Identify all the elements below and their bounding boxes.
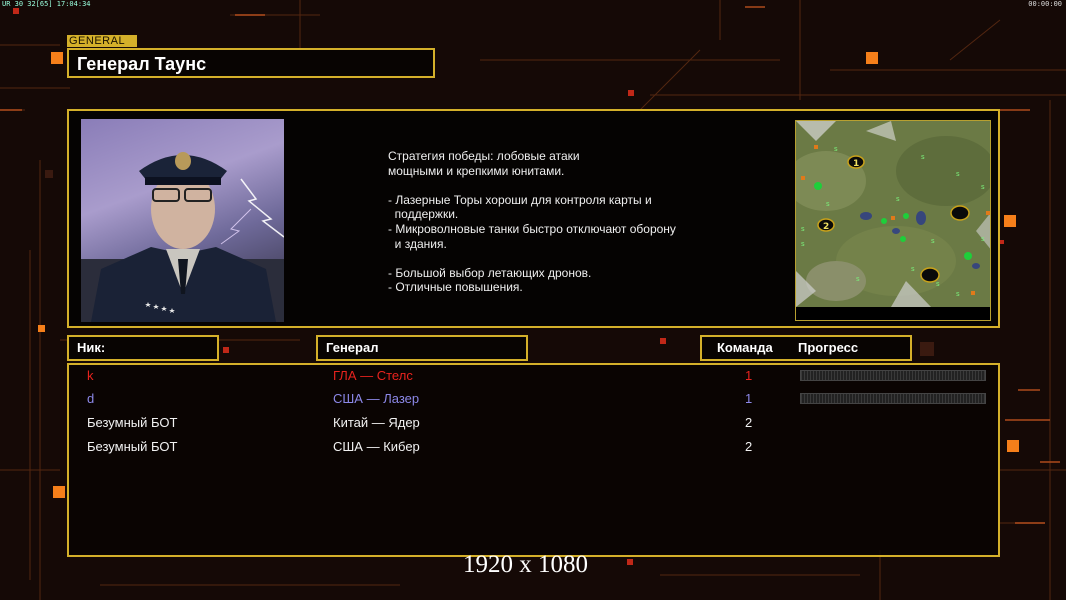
description-line: - Большой выбор летающих дронов. (388, 265, 592, 280)
table-row: k ГЛА — Стелс 1 (69, 366, 998, 386)
description-line (388, 251, 718, 266)
column-header-team-progress: Команда Прогресс (700, 335, 912, 361)
svg-text:s: s (896, 195, 900, 203)
player-nick: Безумный БОТ (87, 415, 178, 430)
description-line: - Микроволновые танки быстро отключают о… (388, 221, 676, 236)
player-general: Китай — Ядер (333, 415, 420, 430)
general-info-panel: Стратегия победы: лобовые атаки мощными … (67, 109, 1000, 328)
column-header-nick: Ник: (67, 335, 219, 361)
description-line: и здания. (388, 236, 447, 251)
player-nick: Безумный БОТ (87, 439, 178, 454)
player-general: США — Лазер (333, 391, 420, 406)
players-table: k ГЛА — Стелс 1 d США — Лазер 1 Безумный… (67, 363, 1000, 557)
column-header-progress: Прогресс (798, 340, 859, 355)
general-tag: GENERAL (67, 35, 137, 47)
progress-bar (800, 393, 986, 404)
svg-text:s: s (921, 153, 925, 161)
description-line: - Отличные повышения. (388, 280, 523, 295)
general-title-box: Генерал Таунс (67, 48, 435, 78)
minimap-terrain: sss sss sss sss ss 1 2 (796, 121, 990, 320)
general-portrait-icon (81, 152, 284, 322)
resolution-label: 1920 x 1080 (463, 551, 588, 578)
column-header-general: Генерал (316, 335, 528, 361)
table-row: d США — Лазер 1 (69, 389, 998, 409)
svg-text:s: s (801, 240, 805, 248)
column-header-team: Команда (717, 340, 773, 355)
player-team: 2 (745, 415, 753, 430)
player-general: ГЛА — Стелс (333, 368, 413, 383)
description-line: мощными и крепкими юнитами. (388, 163, 565, 178)
svg-text:s: s (956, 290, 960, 298)
svg-text:s: s (931, 237, 935, 245)
minimap[interactable]: sss sss sss sss ss 1 2 (795, 120, 991, 321)
progress-bar (800, 370, 986, 381)
player-team: 2 (745, 439, 753, 454)
svg-text:s: s (936, 280, 940, 288)
general-description: Стратегия победы: лобовые атаки мощными … (388, 149, 718, 295)
minimap-marker: 2 (823, 222, 829, 232)
hud-clock: 00:00:00 (1028, 0, 1062, 8)
player-team: 1 (745, 368, 753, 383)
player-nick: k (87, 368, 94, 383)
player-general: США — Кибер (333, 439, 420, 454)
svg-text:s: s (981, 183, 985, 191)
description-line: - Лазерные Торы хороши для контроля карт… (388, 192, 652, 207)
hud-status-left: UR 30 32[65] 17:04:34 (2, 0, 91, 8)
description-line: поддержки. (388, 207, 459, 222)
description-line (388, 178, 718, 193)
svg-text:s: s (826, 200, 830, 208)
description-line: Стратегия победы: лобовые атаки (388, 149, 580, 163)
svg-text:s: s (834, 145, 838, 153)
table-row: Безумный БОТ США — Кибер 2 (69, 437, 998, 457)
player-nick: d (87, 391, 95, 406)
svg-text:s: s (981, 235, 985, 243)
player-team: 1 (745, 391, 753, 406)
svg-text:s: s (956, 170, 960, 178)
general-portrait (81, 119, 284, 322)
minimap-marker: 1 (853, 159, 859, 169)
general-name: Генерал Таунс (77, 54, 207, 74)
svg-text:s: s (801, 225, 805, 233)
svg-text:s: s (856, 275, 860, 283)
table-row: Безумный БОТ Китай — Ядер 2 (69, 413, 998, 433)
svg-text:s: s (911, 265, 915, 273)
